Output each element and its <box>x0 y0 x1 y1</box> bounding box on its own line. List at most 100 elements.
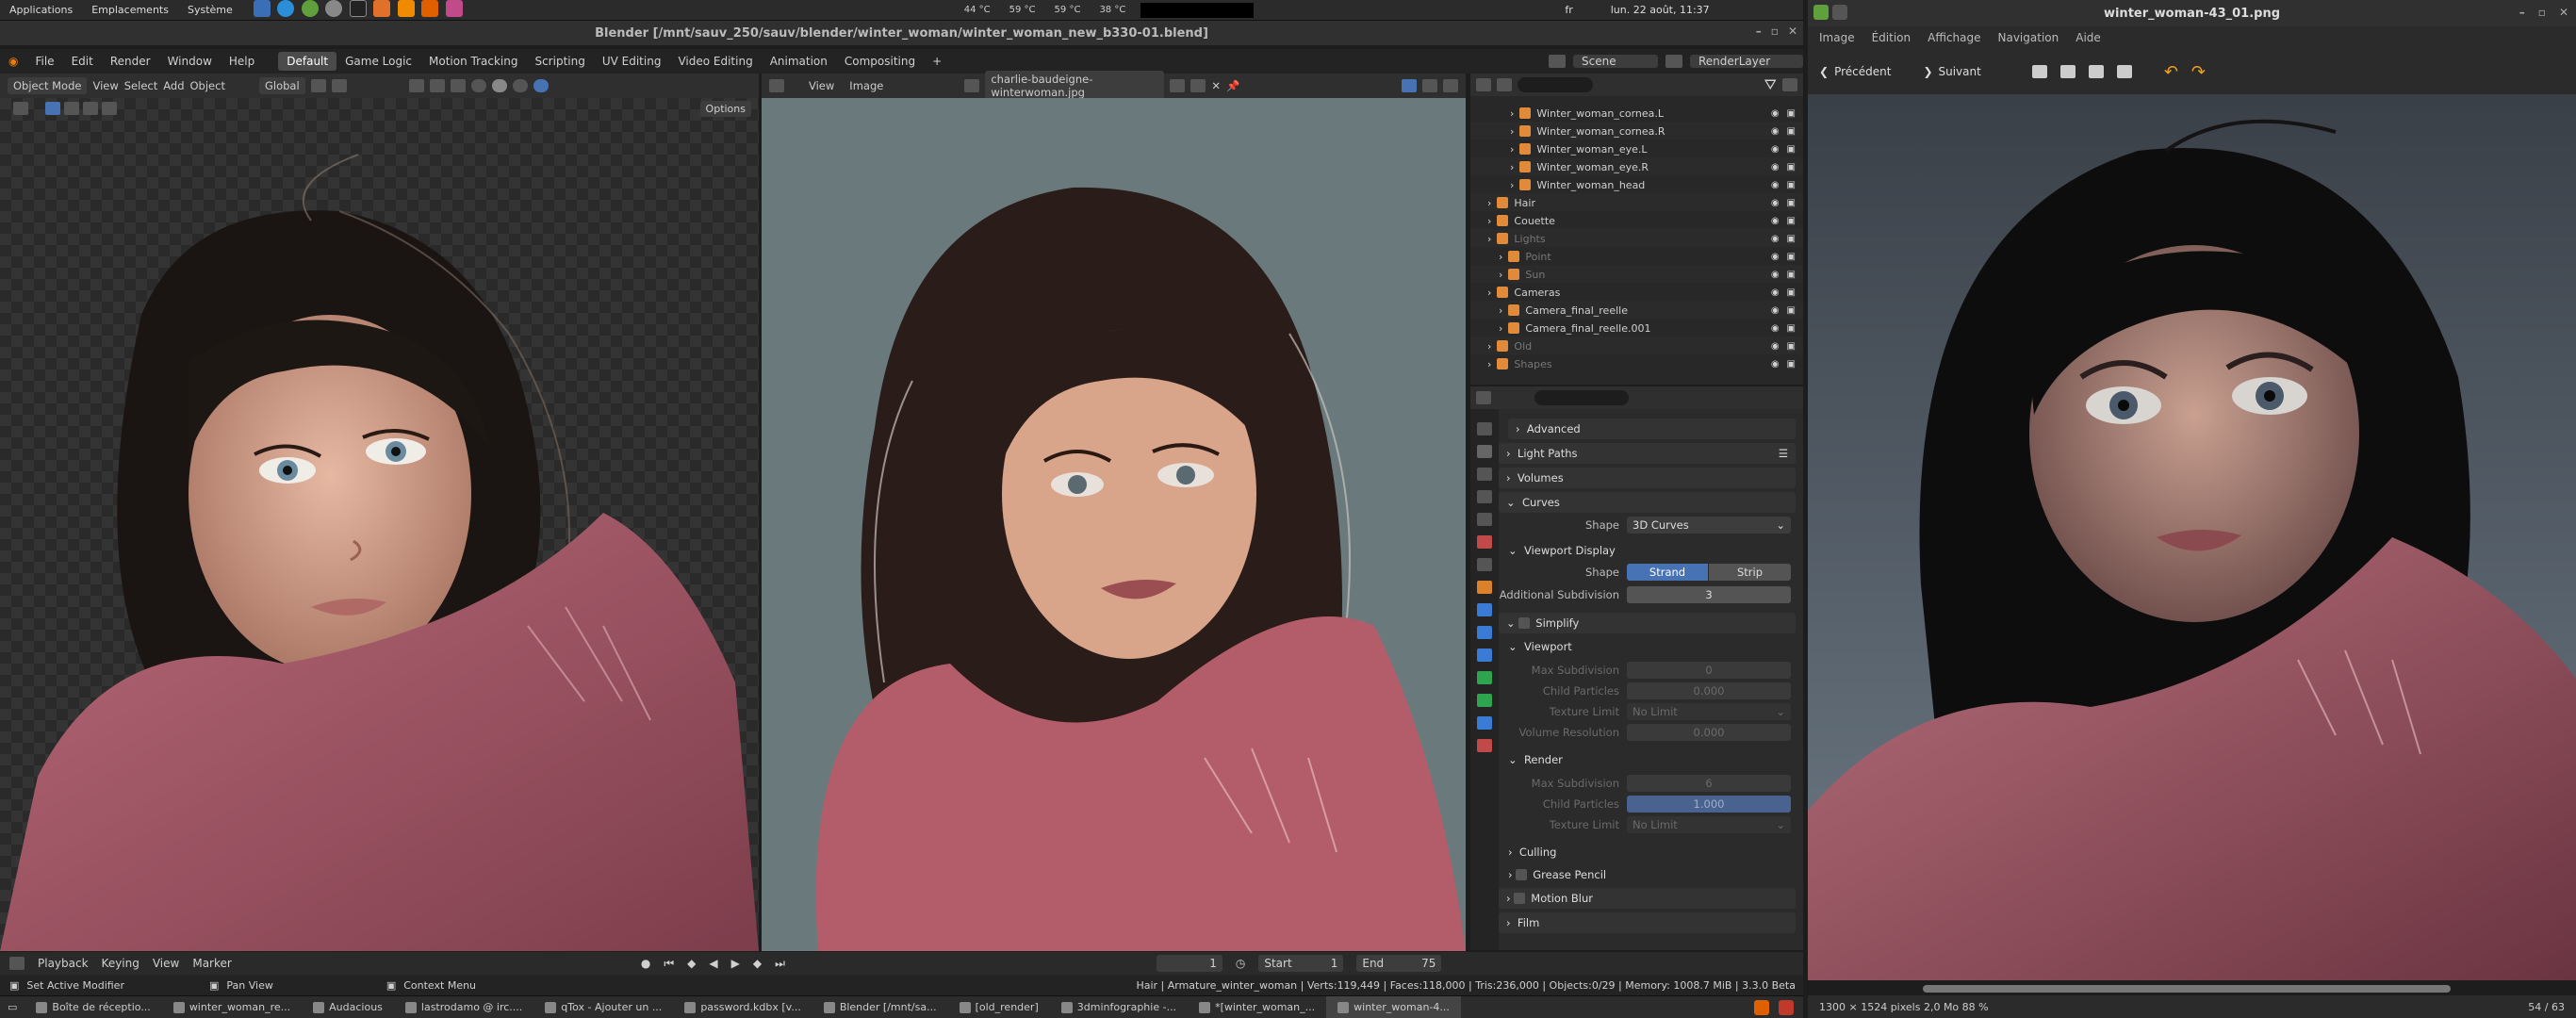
outliner-item[interactable]: › Point ◉ ▣ <box>1470 247 1803 266</box>
view-layer-tab-icon[interactable] <box>1477 490 1492 503</box>
object-tab-icon[interactable] <box>1477 581 1492 594</box>
outliner-item[interactable]: › Winter_woman_cornea.L ◉ ▣ <box>1470 104 1803 123</box>
viewer-menu-edit[interactable]: Édition <box>1872 31 1911 44</box>
viewport-3d[interactable] <box>0 98 759 951</box>
taskbar-item[interactable]: password.kdbx [v... <box>673 996 812 1018</box>
viewport-options[interactable]: Options <box>699 100 751 117</box>
visibility-eye-icon[interactable]: ◉ <box>1771 108 1780 119</box>
outliner-item[interactable]: › Winter_woman_eye.R ◉ ▣ <box>1470 157 1803 176</box>
taskbar-item[interactable]: *[winter_woman_... <box>1188 996 1326 1018</box>
rotate-right-icon[interactable]: ↷ <box>2191 62 2206 82</box>
pin-icon[interactable]: 📌 <box>1226 79 1239 92</box>
scene-icon[interactable] <box>1549 55 1566 68</box>
properties-search-input[interactable] <box>1534 390 1629 405</box>
tab-animation[interactable]: Animation <box>762 52 836 71</box>
pin-icon[interactable] <box>1832 5 1847 20</box>
expand-icon[interactable]: › <box>1510 161 1514 173</box>
menu-edit[interactable]: Edit <box>63 55 102 68</box>
menu-render[interactable]: Render <box>102 55 159 68</box>
menu-applications[interactable]: Applications <box>0 4 82 16</box>
render-camera-icon[interactable]: ▣ <box>1787 126 1796 137</box>
viewer-menu-image[interactable]: Image <box>1819 31 1855 44</box>
grease-pencil-checkbox[interactable] <box>1516 869 1528 880</box>
app-icon[interactable] <box>445 0 463 17</box>
tab-video-editing[interactable]: Video Editing <box>669 52 761 71</box>
display-channels-icon[interactable] <box>1443 79 1458 92</box>
end-frame-field[interactable]: End 75 <box>1356 955 1442 972</box>
select-extend-icon[interactable] <box>64 102 79 115</box>
app-icon[interactable] <box>349 0 367 17</box>
zoom-out-icon[interactable] <box>2059 65 2076 78</box>
image-menu-image[interactable]: Image <box>849 79 883 92</box>
unlink-image-icon[interactable]: ✕ <box>1211 79 1221 92</box>
viewer-horizontal-scrollbar[interactable] <box>1923 985 2451 993</box>
workspace-2-icon[interactable] <box>1779 999 1794 1015</box>
outliner-search-input[interactable] <box>1518 77 1593 92</box>
mode-selector[interactable]: Object Mode <box>8 77 88 94</box>
outliner-item[interactable]: › Camera_final_reelle.001 ◉ ▣ <box>1470 319 1803 337</box>
timeline-editor-type-icon[interactable] <box>9 957 25 970</box>
max-subdivision-field[interactable]: 0 <box>1627 662 1791 679</box>
next-keyframe-icon[interactable]: ◆ <box>753 957 762 970</box>
viewport-menu-view[interactable]: View <box>92 79 118 92</box>
blender-icon[interactable] <box>421 0 439 17</box>
firefox-icon[interactable] <box>700 2 717 19</box>
render-max-subdivision-field[interactable]: 6 <box>1627 775 1791 792</box>
app-icon[interactable] <box>325 0 343 17</box>
render-camera-icon[interactable]: ▣ <box>1787 252 1796 262</box>
panel-motion-blur[interactable]: › Motion Blur <box>1499 888 1796 909</box>
viewport-menu-object[interactable]: Object <box>190 79 225 92</box>
viewport-menu-select[interactable]: Select <box>124 79 157 92</box>
visibility-eye-icon[interactable]: ◉ <box>1771 359 1780 369</box>
app-icon[interactable] <box>373 0 391 17</box>
taskbar-item[interactable]: qTox - Ajouter un ... <box>533 996 673 1018</box>
select-subtract-icon[interactable] <box>83 102 98 115</box>
expand-icon[interactable]: › <box>1499 304 1502 317</box>
render-camera-icon[interactable]: ▣ <box>1787 270 1796 280</box>
expand-icon[interactable]: › <box>1487 197 1491 209</box>
motion-blur-checkbox[interactable] <box>1514 893 1526 904</box>
strand-button[interactable]: Strand <box>1627 564 1708 581</box>
visibility-eye-icon[interactable]: ◉ <box>1771 270 1780 280</box>
outliner-item[interactable]: › Winter_woman_cornea.R ◉ ▣ <box>1470 122 1803 140</box>
app-icon[interactable] <box>301 0 319 17</box>
outliner-item[interactable]: › Cameras ◉ ▣ <box>1470 283 1803 302</box>
image-menu-view[interactable]: View <box>809 79 834 92</box>
menu-help[interactable]: Help <box>221 55 263 68</box>
render-camera-icon[interactable]: ▣ <box>1787 216 1796 226</box>
panel-light-paths[interactable]: › Light Paths ☰ <box>1499 443 1796 464</box>
material-tab-icon[interactable] <box>1477 716 1492 730</box>
taskbar-item[interactable]: winter_woman_re... <box>162 996 302 1018</box>
visibility-eye-icon[interactable]: ◉ <box>1771 126 1780 137</box>
render-camera-icon[interactable]: ▣ <box>1787 323 1796 334</box>
constraints-tab-icon[interactable] <box>1477 671 1492 684</box>
open-image-icon[interactable] <box>1190 79 1206 92</box>
outliner-item[interactable]: › Hair ◉ ▣ <box>1470 193 1803 212</box>
expand-icon[interactable]: › <box>1510 125 1514 138</box>
data-tab-icon[interactable] <box>1477 694 1492 707</box>
tab-scripting[interactable]: Scripting <box>526 52 593 71</box>
panel-simplify-viewport[interactable]: ⌄ Viewport <box>1508 637 1791 656</box>
timeline-menu-keying[interactable]: Keying <box>102 957 139 970</box>
visibility-eye-icon[interactable]: ◉ <box>1771 287 1780 298</box>
world-tab-icon[interactable] <box>1477 535 1492 549</box>
record-icon[interactable]: ● <box>641 957 650 970</box>
taskbar-item[interactable]: Boîte de réceptio... <box>25 996 161 1018</box>
play-icon[interactable]: ▶ <box>731 957 740 970</box>
minimize-icon[interactable]: – <box>1756 25 1762 38</box>
panel-grease-pencil[interactable]: › Grease Pencil <box>1508 865 1791 884</box>
new-image-icon[interactable] <box>1170 79 1186 92</box>
strip-button[interactable]: Strip <box>1709 564 1791 581</box>
texture-limit-dropdown[interactable]: No Limit ⌄ <box>1627 703 1791 720</box>
maximize-icon[interactable]: ▫ <box>1771 25 1779 38</box>
view-layer-selector[interactable]: RenderLayer <box>1690 55 1803 68</box>
outliner-editor-type-icon[interactable] <box>1476 78 1491 91</box>
tab-uv-editing[interactable]: UV Editing <box>594 52 670 71</box>
panel-simplify-render[interactable]: ⌄ Render <box>1508 750 1791 769</box>
properties-editor-type-icon[interactable] <box>1476 391 1491 404</box>
menu-file[interactable]: File <box>26 55 62 68</box>
terminal-icon[interactable] <box>253 0 271 17</box>
gizmo-icon[interactable] <box>429 79 445 92</box>
add-workspace-button[interactable]: + <box>924 55 950 68</box>
outliner-item[interactable]: › Lights ◉ ▣ <box>1470 229 1803 248</box>
